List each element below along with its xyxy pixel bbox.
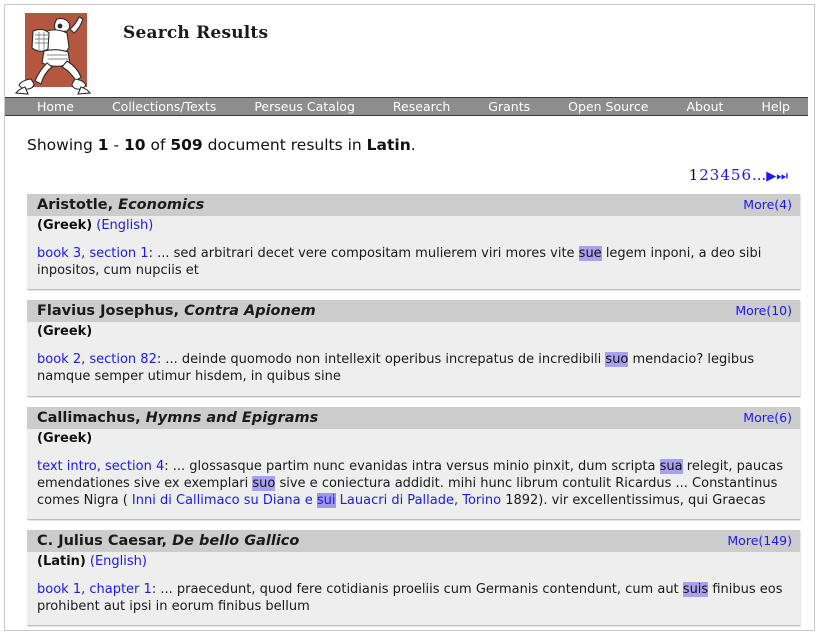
summary-dash: - <box>108 136 124 154</box>
snippet-link-pre: Inni di Callimaco su Diana e <box>131 492 317 508</box>
result-item: Aristotle, Economics More(4) (Greek) (Eng… <box>27 194 800 291</box>
snippet-text-pre: : ... glossasque partim nunc evanidas in… <box>164 458 660 474</box>
result-work: Hymns and Epigrams <box>145 409 319 426</box>
results-summary: Showing 1 - 10 of 509 document results i… <box>17 116 802 160</box>
result-snippet: text intro, section 4: ... glossasque pa… <box>27 449 800 520</box>
summary-of: of <box>145 136 171 154</box>
pagination-ellipsis: ... <box>751 166 767 184</box>
result-title: C. Julius Caesar, De bello Gallico <box>37 533 299 549</box>
more-results-link[interactable]: More(149) <box>727 533 792 548</box>
result-snippet: book 1, chapter 1: ... praecedunt, quod … <box>27 573 800 626</box>
pagination-page-2[interactable]: 2 <box>699 166 710 184</box>
search-results-list: Aristotle, Economics More(4) (Greek) (Eng… <box>17 194 802 627</box>
pagination: 123456...▶⏭ <box>17 160 802 194</box>
summary-range-end: 10 <box>123 136 146 154</box>
pagination-page-4[interactable]: 4 <box>720 166 731 184</box>
result-work: Economics <box>118 197 205 213</box>
nav-item-open-source[interactable]: Open Source <box>554 98 662 115</box>
summary-prefix: Showing <box>27 136 98 154</box>
result-item: C. Julius Caesar, De bello Gallico More(… <box>27 530 800 627</box>
pagination-page-3[interactable]: 3 <box>710 166 721 184</box>
summary-range-start: 1 <box>97 136 109 154</box>
result-item: Callimachus, Hymns and Epigrams More(6) … <box>27 406 800 521</box>
site-header: Search Results <box>5 5 814 97</box>
result-author: Aristotle, <box>37 197 119 213</box>
sidebar-item-home[interactable]: Home <box>5 98 88 115</box>
pagination-page-5[interactable]: 5 <box>731 166 742 184</box>
result-author: C. Julius Caesar, <box>37 533 173 550</box>
snippet-text-pre: : ... deinde quomodo non intellexit oper… <box>156 352 606 368</box>
snippet-highlight: sue <box>578 246 602 261</box>
snippet-text-pre: : ... sed arbitrari decet vere composita… <box>148 246 579 261</box>
result-header: C. Julius Caesar, De bello Gallico More(… <box>27 530 800 553</box>
result-header: Flavius Josephus, Contra Apionem More(10… <box>27 300 800 323</box>
result-snippet: book 2, section 82: ... deinde quomodo n… <box>27 343 800 396</box>
nav-item-about[interactable]: About <box>672 98 737 115</box>
result-citation-link[interactable]: book 1, chapter 1 <box>37 582 152 597</box>
pagination-page-6[interactable]: 6 <box>741 166 752 184</box>
nav-item-help[interactable]: Help <box>747 98 804 115</box>
result-languages: (Greek) <box>27 322 800 344</box>
result-citation-link[interactable]: book 2, section 82 <box>37 352 157 367</box>
more-results-link[interactable]: More(4) <box>743 197 792 212</box>
result-languages: (Greek) (English) <box>27 216 800 237</box>
snippet-highlight: sua <box>659 458 683 474</box>
result-author: Callimachus, <box>37 409 146 426</box>
result-author: Flavius Josephus, <box>37 303 185 320</box>
summary-middle: document results in <box>202 136 367 154</box>
snippet-highlight: suo <box>605 352 629 368</box>
snippet-inline-link[interactable]: Inni di Callimaco su Diana e sui Lauacri… <box>131 492 502 508</box>
snippet-text-pre: : ... praecedunt, quod fere cotidianis p… <box>151 582 683 598</box>
more-results-link[interactable]: More(10) <box>735 303 792 318</box>
result-primary-language: (Greek) <box>37 324 93 340</box>
perseus-logo-icon[interactable] <box>13 9 101 97</box>
nav-item-grants[interactable]: Grants <box>474 98 544 115</box>
result-languages: (Greek) <box>27 428 800 450</box>
result-alt-language-link[interactable]: (English) <box>96 218 153 233</box>
snippet-text-post: 1892). vir excellentissimus, qui Graecas <box>501 492 766 508</box>
snippet-highlight: suis <box>682 582 709 598</box>
result-citation-link[interactable]: book 3, section 1 <box>37 246 149 261</box>
nav-item-research[interactable]: Research <box>379 98 464 115</box>
result-header: Aristotle, Economics More(4) <box>27 194 800 216</box>
nav-item-collections-texts[interactable]: Collections/Texts <box>98 98 230 115</box>
result-header: Callimachus, Hymns and Epigrams More(6) <box>27 406 800 429</box>
summary-language: Latin <box>366 136 411 154</box>
result-primary-language: (Latin) <box>37 554 86 570</box>
result-primary-language: (Greek) <box>37 430 93 446</box>
snippet-link-post: Lauacri di Pallade, Torino <box>335 492 502 508</box>
more-results-link[interactable]: More(6) <box>743 410 792 425</box>
summary-suffix: . <box>410 136 416 154</box>
nav-item-perseus-catalog[interactable]: Perseus Catalog <box>240 98 369 115</box>
snippet-highlight-2: suo <box>252 475 276 491</box>
summary-total: 509 <box>170 136 203 154</box>
result-title: Callimachus, Hymns and Epigrams <box>37 410 318 426</box>
result-item: Flavius Josephus, Contra Apionem More(10… <box>27 300 800 397</box>
result-alt-language-link[interactable]: (English) <box>90 554 147 569</box>
result-citation-link[interactable]: text intro, section 4 <box>37 459 164 474</box>
result-title: Aristotle, Economics <box>37 197 204 213</box>
last-page-icon[interactable]: ⏭ <box>776 169 788 184</box>
result-work: De bello Gallico <box>172 533 300 550</box>
result-languages: (Latin) (English) <box>27 552 800 574</box>
next-page-icon[interactable]: ▶ <box>766 169 776 184</box>
snippet-highlight-3: sui <box>316 492 336 508</box>
page-title: Search Results <box>123 23 269 43</box>
browser-content-frame: Search Results Home Collections/Texts Pe… <box>4 4 815 631</box>
perseus-logo-svg <box>14 13 92 95</box>
result-title: Flavius Josephus, Contra Apionem <box>37 303 316 319</box>
main-navigation: Home Collections/Texts Perseus Catalog R… <box>5 97 808 116</box>
page-root: Search Results Home Collections/Texts Pe… <box>0 0 819 635</box>
result-primary-language: (Greek) <box>37 218 93 233</box>
result-snippet: book 3, section 1: ... sed arbitrari dec… <box>27 237 800 290</box>
result-work: Contra Apionem <box>184 303 316 320</box>
main-content: Showing 1 - 10 of 509 document results i… <box>5 116 814 627</box>
pagination-current-page: 1 <box>688 166 700 184</box>
